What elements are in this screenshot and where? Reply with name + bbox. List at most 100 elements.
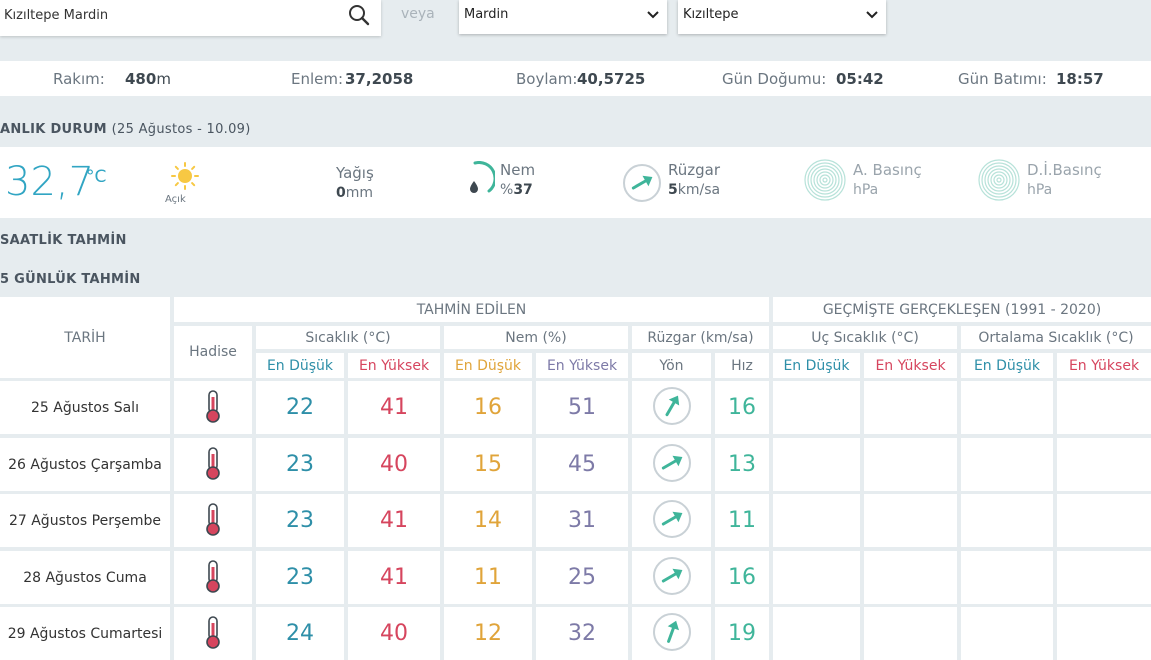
row-temp-max: 40 <box>348 438 440 491</box>
row-average-min <box>961 438 1053 491</box>
row-extreme-max <box>864 607 957 660</box>
sunrise-label: Gün Doğumu: <box>722 70 827 88</box>
row-wind-speed: 16 <box>715 381 769 434</box>
row-temp-min: 22 <box>256 381 344 434</box>
chevron-down-icon <box>647 9 659 24</box>
pressure-unit: hPa <box>853 182 879 198</box>
row-humidity-max: 25 <box>536 551 628 604</box>
chevron-down-icon <box>866 9 878 24</box>
history-group-header: GEÇMİŞTE GERÇEKLEŞEN (1991 - 2020) <box>773 297 1151 322</box>
hadise-cell <box>174 607 252 660</box>
wind-direction-cell <box>632 381 711 434</box>
row-date: 28 Ağustos Cuma <box>0 551 170 604</box>
row-average-min <box>961 607 1053 660</box>
extreme-min-subheader: En Düşük <box>773 353 860 378</box>
temp-min-subheader: En Düşük <box>256 353 344 378</box>
row-temp-min: 24 <box>256 607 344 660</box>
pressure-label: A. Basınç <box>853 161 922 179</box>
humidity-value: %37 <box>500 182 533 198</box>
latitude-label: Enlem: <box>291 70 344 88</box>
average-min-subheader: En Düşük <box>961 353 1053 378</box>
wind-label: Rüzgar <box>668 161 721 179</box>
sunset-label: Gün Batımı: <box>958 70 1047 88</box>
wind-direction-arrow-icon <box>652 556 692 600</box>
hadise-cell <box>174 381 252 434</box>
row-extreme-min <box>773 438 860 491</box>
row-average-min <box>961 494 1053 547</box>
row-temp-max: 41 <box>348 494 440 547</box>
thermometer-icon <box>204 389 222 427</box>
province-select[interactable]: Mardin <box>459 0 667 34</box>
average-temp-column-header: Ortalama Sıcaklık (°C) <box>961 326 1151 349</box>
humidity-max-subheader: En Yüksek <box>536 353 628 378</box>
wind-direction-cell <box>632 551 711 604</box>
row-wind-speed: 19 <box>715 607 769 660</box>
extreme-temp-column-header: Uç Sıcaklık (°C) <box>773 326 957 349</box>
row-temp-min: 23 <box>256 438 344 491</box>
hadise-cell <box>174 551 252 604</box>
sea-level-pressure-icon <box>978 159 1020 205</box>
longitude-value: 40,5725 <box>577 70 646 88</box>
district-select-value: Kızıltepe <box>683 7 739 22</box>
wind-direction-subheader: Yön <box>632 353 711 378</box>
row-temp-max: 40 <box>348 607 440 660</box>
row-humidity-min: 14 <box>444 494 532 547</box>
row-average-max <box>1057 381 1151 434</box>
current-conditions-panel: 32,7 °C Açık Yağış 0mm Nem %37 Rüzgar 5k… <box>0 147 1151 218</box>
extreme-max-subheader: En Yüksek <box>864 353 957 378</box>
wind-direction-arrow-icon <box>652 386 692 430</box>
wind-direction-icon <box>622 163 662 207</box>
precipitation-value: 0mm <box>336 185 374 201</box>
wind-direction-cell <box>632 438 711 491</box>
humidity-column-header: Nem (%) <box>444 326 628 349</box>
search-icon[interactable] <box>347 3 371 31</box>
row-date: 26 Ağustos Çarşamba <box>0 438 170 491</box>
row-date: 29 Ağustos Cumartesi <box>0 607 170 660</box>
wind-column-header: Rüzgar (km/sa) <box>632 326 769 349</box>
location-search-input[interactable] <box>4 0 334 30</box>
wind-direction-arrow-icon <box>652 443 692 487</box>
wind-direction-arrow-icon <box>652 499 692 543</box>
or-separator: veya <box>401 6 435 22</box>
row-average-min <box>961 551 1053 604</box>
row-extreme-max <box>864 551 957 604</box>
humidity-label: Nem <box>500 161 536 179</box>
thermometer-icon <box>204 615 222 653</box>
row-temp-max: 41 <box>348 381 440 434</box>
thermometer-icon <box>204 559 222 597</box>
row-humidity-min: 12 <box>444 607 532 660</box>
row-average-max <box>1057 551 1151 604</box>
sky-condition-label: Açık <box>165 194 186 205</box>
row-humidity-max: 45 <box>536 438 628 491</box>
date-column-header: TARİH <box>0 297 170 378</box>
row-wind-speed: 16 <box>715 551 769 604</box>
humidity-gauge-icon <box>467 161 497 201</box>
row-extreme-min <box>773 607 860 660</box>
hourly-forecast-toggle[interactable]: SAATLİK TAHMİN <box>0 233 127 248</box>
sunset-value: 18:57 <box>1056 70 1104 88</box>
row-temp-max: 41 <box>348 551 440 604</box>
location-info-bar: Rakım: 480m Enlem: 37,2058 Boylam: 40,57… <box>0 61 1151 96</box>
hadise-cell <box>174 494 252 547</box>
sun-icon <box>171 162 199 194</box>
province-select-value: Mardin <box>464 7 509 22</box>
row-average-max <box>1057 607 1151 660</box>
row-date: 25 Ağustos Salı <box>0 381 170 434</box>
row-extreme-min <box>773 381 860 434</box>
wind-speed-subheader: Hız <box>715 353 769 378</box>
altitude-value: 480m <box>125 70 171 88</box>
row-average-min <box>961 381 1053 434</box>
forecast-group-header: TAHMİN EDİLEN <box>174 297 769 322</box>
district-select[interactable]: Kızıltepe <box>678 0 886 34</box>
row-wind-speed: 11 <box>715 494 769 547</box>
longitude-label: Boylam: <box>516 70 578 88</box>
row-extreme-max <box>864 494 957 547</box>
row-temp-min: 23 <box>256 551 344 604</box>
row-humidity-min: 16 <box>444 381 532 434</box>
wind-direction-cell <box>632 494 711 547</box>
wind-direction-cell <box>632 607 711 660</box>
row-extreme-min <box>773 494 860 547</box>
average-max-subheader: En Yüksek <box>1057 353 1151 378</box>
row-extreme-max <box>864 381 957 434</box>
temperature-column-header: Sıcaklık (°C) <box>256 326 440 349</box>
